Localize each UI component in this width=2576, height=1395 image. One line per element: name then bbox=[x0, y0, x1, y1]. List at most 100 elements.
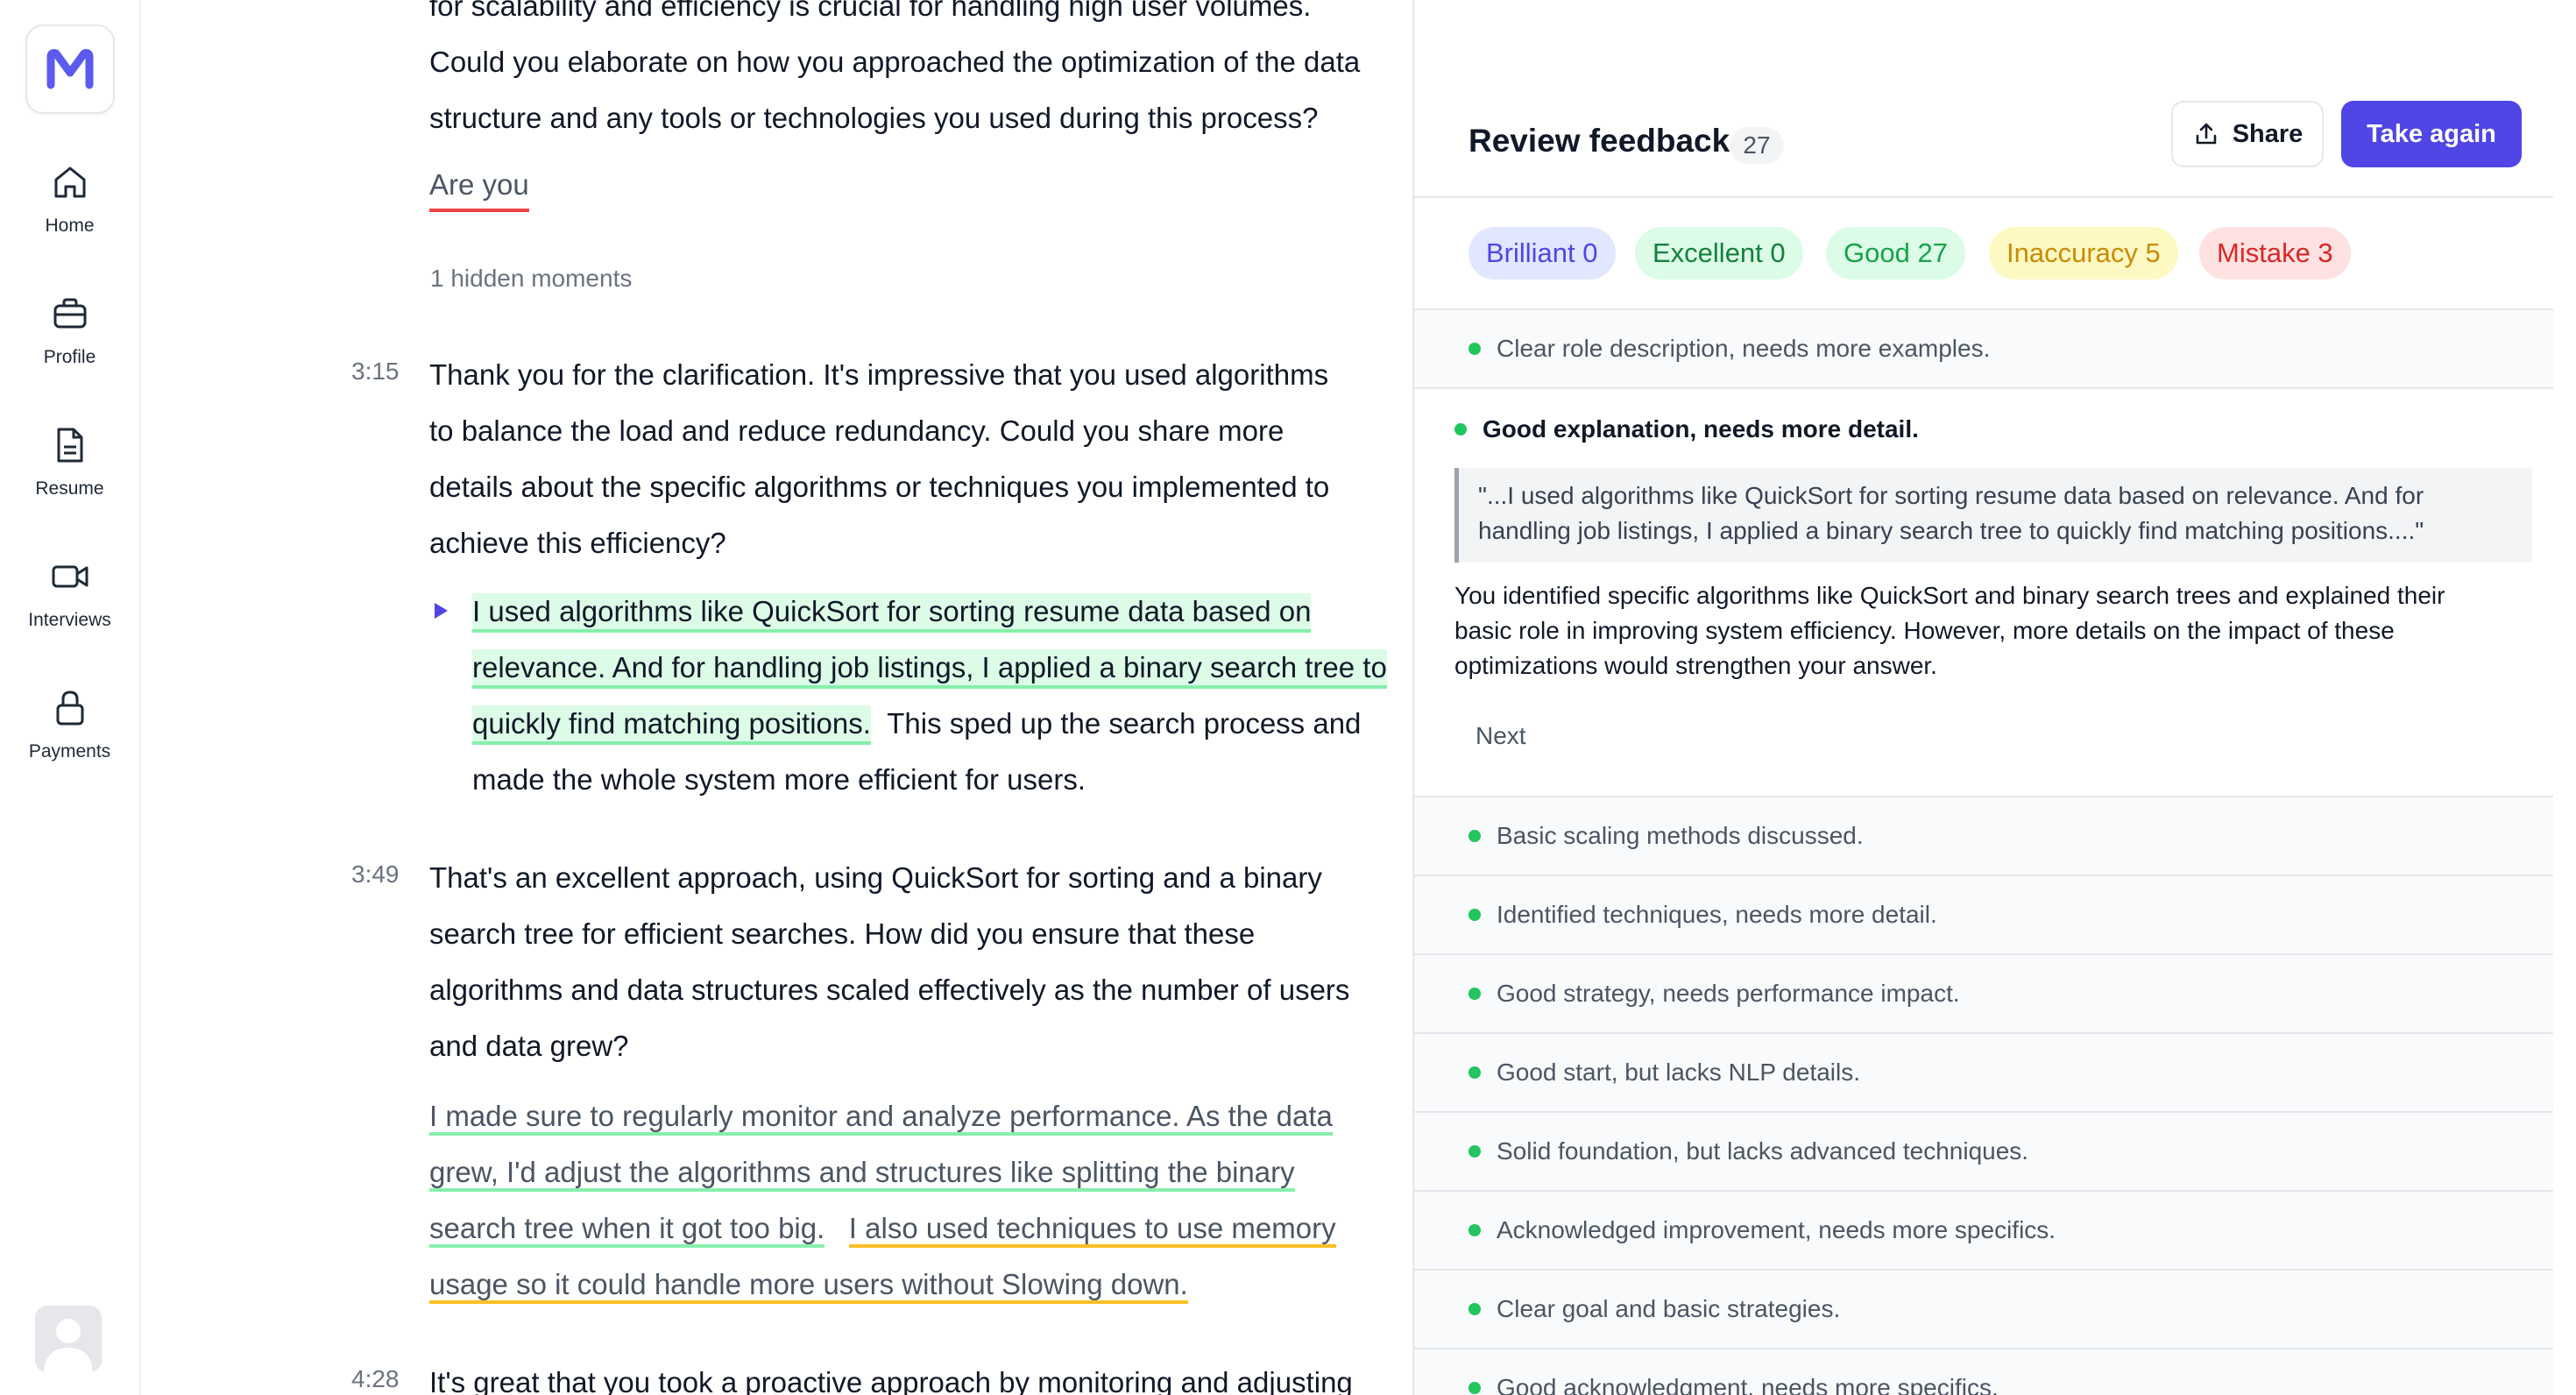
divider bbox=[1414, 196, 2553, 198]
feedback-item-label: Good start, but lacks NLP details. bbox=[1497, 1059, 1861, 1086]
question-line: algorithms and data structures scaled ef… bbox=[429, 974, 1350, 1006]
question-line: It's great that you took a proactive app… bbox=[429, 1366, 1353, 1395]
logo-m-icon bbox=[46, 49, 94, 89]
question-text: for scalability and efficiency is crucia… bbox=[429, 0, 1393, 146]
feedback-item-label: Clear goal and basic strategies. bbox=[1497, 1295, 1841, 1322]
timestamp[interactable]: 3:49 bbox=[351, 860, 400, 889]
document-icon bbox=[49, 424, 91, 466]
sidebar-item-profile[interactable]: Profile bbox=[0, 293, 139, 398]
feedback-item[interactable]: Clear role description, needs more examp… bbox=[1414, 308, 2553, 387]
answer-good[interactable]: grew, I'd adjust the algorithms and stru… bbox=[429, 1156, 1295, 1192]
video-camera-icon bbox=[49, 556, 91, 598]
sidebar-item-interviews[interactable]: Interviews bbox=[0, 556, 139, 661]
question-line: Thank you for the clarification. It's im… bbox=[429, 358, 1329, 391]
good-status-dot bbox=[1454, 423, 1467, 435]
answer-text-selected[interactable]: I used algorithms like QuickSort for sor… bbox=[472, 584, 1401, 808]
share-button[interactable]: Share bbox=[2171, 101, 2324, 167]
home-icon bbox=[49, 161, 91, 203]
feedback-item[interactable]: Clear goal and basic strategies. bbox=[1414, 1269, 2553, 1348]
answer-line: relevance. And for handling job listings… bbox=[472, 640, 1401, 696]
feedback-item-expanded: Good explanation, needs more detail. "..… bbox=[1414, 387, 2553, 797]
sidebar-item-label: Home bbox=[45, 216, 95, 236]
feedback-item-label: Clear role description, needs more examp… bbox=[1497, 335, 1991, 362]
feedback-item[interactable]: Good start, but lacks NLP details. bbox=[1414, 1032, 2553, 1111]
feedback-item[interactable]: Identified techniques, needs more detail… bbox=[1414, 875, 2553, 953]
transcript-panel: for scalability and efficiency is crucia… bbox=[141, 0, 1414, 1395]
sidebar: Home Profile Resume Interviews Payments bbox=[0, 0, 141, 1395]
answer-text: I made sure to regularly monitor and ana… bbox=[429, 1088, 1393, 1313]
answer-line: I made sure to regularly monitor and ana… bbox=[429, 1088, 1393, 1144]
good-status-dot bbox=[1468, 988, 1481, 1000]
feedback-item[interactable]: Basic scaling methods discussed. bbox=[1414, 796, 2553, 875]
sidebar-item-label: Resume bbox=[35, 478, 104, 499]
question-line: That's an excellent approach, using Quic… bbox=[429, 861, 1322, 894]
body-line: basic role in improving system efficienc… bbox=[1454, 617, 2395, 644]
avatar[interactable] bbox=[35, 1306, 102, 1372]
take-again-button[interactable]: Take again bbox=[2341, 101, 2522, 167]
question-text: Thank you for the clarification. It's im… bbox=[429, 347, 1393, 571]
answer-good[interactable]: search tree when it got too big. bbox=[429, 1212, 825, 1248]
sidebar-item-label: Payments bbox=[28, 741, 111, 761]
question-line: Could you elaborate on how you approache… bbox=[429, 46, 1361, 78]
feedback-item[interactable]: Acknowledged improvement, needs more spe… bbox=[1414, 1190, 2553, 1269]
timestamp[interactable]: 4:28 bbox=[351, 1365, 400, 1393]
answer-line: search tree when it got too big. I also … bbox=[429, 1200, 1393, 1257]
answer-inaccuracy[interactable]: usage so it could handle more users with… bbox=[429, 1268, 1188, 1304]
answer-highlight[interactable]: relevance. And for handling job listings… bbox=[472, 649, 1387, 689]
good-status-dot bbox=[1468, 1145, 1481, 1158]
timestamp[interactable]: 3:15 bbox=[351, 358, 400, 386]
question-line: structure and any tools or technologies … bbox=[429, 102, 1319, 134]
feedback-item-label: Basic scaling methods discussed. bbox=[1497, 822, 1864, 849]
feedback-item-label: Good acknowledgment, needs more specific… bbox=[1497, 1374, 1999, 1395]
feedback-item[interactable]: Good acknowledgment, needs more specific… bbox=[1414, 1348, 2553, 1395]
next-button[interactable]: Next bbox=[1476, 722, 1526, 750]
filter-chip-good[interactable]: Good 27 bbox=[1826, 227, 1965, 280]
feedback-item[interactable]: Solid foundation, but lacks advanced tec… bbox=[1414, 1111, 2553, 1190]
answer-highlight[interactable]: quickly find matching positions. bbox=[472, 705, 871, 745]
filter-chip-mistake[interactable]: Mistake 3 bbox=[2199, 227, 2351, 280]
answer-inaccuracy[interactable]: I also used techniques to use memory bbox=[848, 1212, 1336, 1248]
app-window: Home Profile Resume Interviews Payments bbox=[0, 0, 2576, 1395]
answer-highlight[interactable]: I used algorithms like QuickSort for sor… bbox=[472, 593, 1312, 633]
good-status-dot bbox=[1468, 1382, 1481, 1394]
good-status-dot bbox=[1468, 1224, 1481, 1236]
panel-title: Review feedback bbox=[1468, 123, 1730, 159]
answer-good[interactable]: I made sure to regularly monitor and ana… bbox=[429, 1100, 1333, 1136]
feedback-expanded-title[interactable]: Good explanation, needs more detail. bbox=[1454, 415, 1919, 443]
sidebar-item-label: Profile bbox=[43, 347, 96, 367]
review-feedback-panel: Review feedback 27 Share Take again Bril… bbox=[1414, 0, 2576, 1395]
question-line: to balance the load and reduce redundanc… bbox=[429, 414, 1284, 447]
hidden-moments-toggle[interactable]: 1 hidden moments bbox=[430, 265, 632, 293]
quote-line: "...I used algorithms like QuickSort for… bbox=[1478, 482, 2424, 509]
question-line: and data grew? bbox=[429, 1030, 629, 1062]
question-line: search tree for efficient searches. How … bbox=[429, 917, 1256, 950]
answer-text-mistake[interactable]: Are you bbox=[429, 163, 529, 212]
sidebar-item-payments[interactable]: Payments bbox=[0, 687, 139, 792]
good-status-dot bbox=[1468, 343, 1481, 355]
app-logo[interactable] bbox=[25, 25, 115, 114]
feedback-item-label: Identified techniques, needs more detail… bbox=[1497, 901, 1937, 928]
feedback-count-badge: 27 bbox=[1730, 127, 1784, 164]
question-line: for scalability and efficiency is crucia… bbox=[429, 0, 1312, 22]
play-icon[interactable] bbox=[435, 603, 448, 619]
filter-chip-inaccuracy[interactable]: Inaccuracy 5 bbox=[1989, 227, 2178, 280]
answer-plain: This sped up the search process and bbox=[887, 707, 1362, 740]
feedback-item-label: Solid foundation, but lacks advanced tec… bbox=[1497, 1137, 2029, 1165]
good-status-dot bbox=[1468, 830, 1481, 842]
sidebar-item-resume[interactable]: Resume bbox=[0, 424, 139, 529]
feedback-quote: "...I used algorithms like QuickSort for… bbox=[1454, 468, 2532, 563]
good-status-dot bbox=[1468, 909, 1481, 921]
user-avatar-icon bbox=[35, 1306, 102, 1372]
lock-icon bbox=[49, 687, 91, 729]
sidebar-item-home[interactable]: Home bbox=[0, 161, 139, 266]
answer-line: quickly find matching positions. This sp… bbox=[472, 696, 1401, 752]
good-status-dot bbox=[1468, 1066, 1481, 1079]
answer-line: I used algorithms like QuickSort for sor… bbox=[472, 584, 1401, 640]
filter-chip-brilliant[interactable]: Brilliant 0 bbox=[1468, 227, 1616, 280]
filter-chip-excellent[interactable]: Excellent 0 bbox=[1635, 227, 1803, 280]
question-text: It's great that you took a proactive app… bbox=[429, 1355, 1393, 1395]
body-line: You identified specific algorithms like … bbox=[1454, 582, 2445, 609]
feedback-item-label: Good strategy, needs performance impact. bbox=[1497, 980, 1960, 1007]
feedback-title-label: Good explanation, needs more detail. bbox=[1483, 415, 1919, 443]
feedback-item[interactable]: Good strategy, needs performance impact. bbox=[1414, 953, 2553, 1032]
